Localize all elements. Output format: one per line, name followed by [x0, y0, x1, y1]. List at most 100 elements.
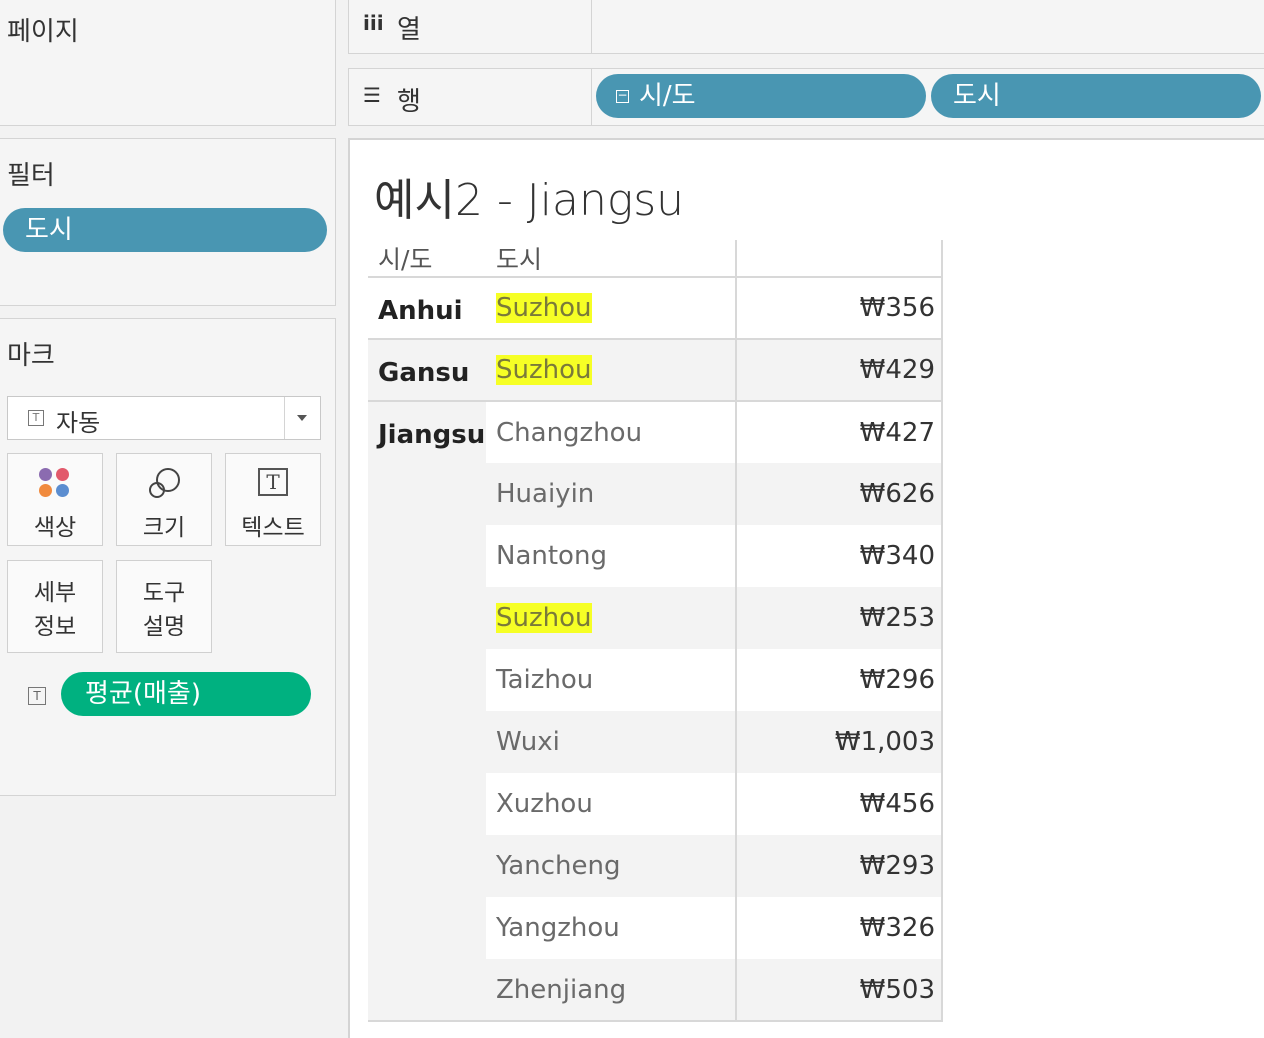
rows-shelf[interactable]: ☰ 행 − 시/도 도시: [348, 68, 1264, 126]
sales-value-cell[interactable]: ₩296: [736, 649, 943, 711]
table-row[interactable]: Nantong ₩340: [368, 525, 943, 587]
sales-value-cell[interactable]: ₩1,003: [736, 711, 943, 773]
filters-title: 필터: [7, 161, 55, 191]
province-cell[interactable]: Anhui: [368, 277, 486, 340]
sales-value-cell[interactable]: ₩456: [736, 773, 943, 835]
city-cell[interactable]: Suzhou: [486, 339, 737, 402]
city-label: Taizhou: [496, 665, 594, 695]
sales-value-cell[interactable]: ₩253: [736, 587, 943, 649]
city-label: Zhenjiang: [496, 974, 627, 1005]
province-cell[interactable]: [368, 773, 486, 835]
sales-value-cell[interactable]: ₩293: [736, 835, 943, 897]
pages-title: 페이지: [7, 17, 79, 47]
city-cell[interactable]: Nantong: [486, 525, 737, 587]
chevron-down-icon[interactable]: [297, 415, 307, 421]
text-mark-icon: T: [28, 410, 44, 426]
city-cell[interactable]: Suzhou: [486, 587, 737, 649]
columns-icon: iii: [363, 11, 384, 35]
text-icon: T: [258, 468, 288, 496]
color-label: 색상: [33, 515, 77, 541]
city-cell[interactable]: Zhenjiang: [486, 959, 737, 1022]
tooltip-label-line1: 도구: [142, 580, 186, 606]
table-row[interactable]: Yangzhou ₩326: [368, 897, 943, 959]
sales-value-cell[interactable]: ₩626: [736, 463, 943, 525]
detail-button[interactable]: 세부 정보: [7, 560, 103, 653]
province-cell[interactable]: Jiangsu: [368, 401, 486, 463]
province-cell[interactable]: [368, 463, 486, 525]
city-cell[interactable]: Suzhou: [486, 277, 737, 340]
size-button[interactable]: 크기: [116, 453, 212, 546]
city-cell[interactable]: Changzhou: [486, 401, 737, 463]
mark-type-label: 자동: [56, 409, 101, 437]
city-cell[interactable]: Xuzhou: [486, 773, 737, 835]
sales-value-cell[interactable]: ₩340: [736, 525, 943, 587]
filter-pill-city[interactable]: 도시: [3, 208, 327, 252]
province-cell[interactable]: [368, 897, 486, 959]
row-pill-province[interactable]: − 시/도: [596, 74, 926, 118]
detail-label-line2: 정보: [33, 614, 77, 640]
city-label: Suzhou: [496, 603, 592, 633]
province-cell[interactable]: [368, 835, 486, 897]
color-dots-icon: [39, 468, 71, 500]
sales-value-cell[interactable]: ₩356: [736, 277, 943, 340]
city-label: Huaiyin: [496, 479, 595, 509]
table-row[interactable]: Zhenjiang ₩503: [368, 959, 943, 1022]
table-row[interactable]: Taizhou ₩296: [368, 649, 943, 711]
rows-icon: ☰: [363, 83, 381, 107]
province-cell[interactable]: [368, 525, 486, 587]
header-city[interactable]: 도시: [486, 240, 737, 278]
sales-value-cell[interactable]: ₩427: [736, 401, 943, 463]
rows-shelf-label: ☰ 행: [349, 69, 592, 125]
header-province[interactable]: 시/도: [368, 240, 486, 278]
measure-pill-avg-sales[interactable]: 평균(매출): [61, 672, 311, 716]
province-cell[interactable]: [368, 587, 486, 649]
city-label: Wuxi: [496, 727, 560, 757]
table-row[interactable]: Anhui Suzhou ₩356: [368, 277, 943, 340]
table-row[interactable]: Xuzhou ₩456: [368, 773, 943, 835]
header-value: [736, 240, 943, 278]
province-cell[interactable]: [368, 959, 486, 1022]
city-label: Changzhou: [496, 417, 643, 448]
table-row[interactable]: Huaiyin ₩626: [368, 463, 943, 525]
table-row[interactable]: Gansu Suzhou ₩429: [368, 339, 943, 402]
table-row[interactable]: Wuxi ₩1,003: [368, 711, 943, 773]
columns-shelf-label: iii 열: [349, 0, 592, 53]
text-label: 텍스트: [241, 515, 305, 541]
city-cell[interactable]: Yangzhou: [486, 897, 737, 959]
province-cell[interactable]: [368, 711, 486, 773]
row-pill-city[interactable]: 도시: [931, 74, 1261, 118]
rows-label: 행: [397, 87, 421, 117]
text-button[interactable]: T 텍스트: [225, 453, 321, 546]
city-label: Suzhou: [496, 293, 592, 323]
city-cell[interactable]: Yancheng: [486, 835, 737, 897]
size-icon: [149, 468, 180, 498]
city-label: Xuzhou: [496, 789, 593, 819]
city-label: Suzhou: [496, 355, 592, 385]
city-label: Yancheng: [496, 851, 621, 881]
city-cell[interactable]: Huaiyin: [486, 463, 737, 525]
color-button[interactable]: 색상: [7, 453, 103, 546]
table-row[interactable]: Yancheng ₩293: [368, 835, 943, 897]
pages-card: 페이지: [0, 0, 336, 126]
columns-shelf[interactable]: iii 열: [348, 0, 1264, 54]
city-cell[interactable]: Wuxi: [486, 711, 737, 773]
sales-value-cell[interactable]: ₩429: [736, 339, 943, 402]
table-row[interactable]: Suzhou ₩253: [368, 587, 943, 649]
text-mark-icon: T: [28, 687, 46, 705]
sales-value-cell[interactable]: ₩503: [736, 959, 943, 1022]
marks-title: 마크: [7, 341, 55, 371]
mark-type-dropdown[interactable]: T 자동: [7, 396, 321, 440]
viz-title: 예시2 - Jiangsu: [374, 175, 685, 226]
tooltip-button[interactable]: 도구 설명: [116, 560, 212, 653]
province-cell[interactable]: Gansu: [368, 339, 486, 402]
tooltip-label-line2: 설명: [142, 614, 186, 640]
table-row[interactable]: Jiangsu Changzhou ₩427: [368, 401, 943, 463]
city-cell[interactable]: Taizhou: [486, 649, 737, 711]
size-label: 크기: [142, 515, 186, 541]
city-label: Nantong: [496, 541, 607, 571]
detail-label-line1: 세부: [33, 580, 77, 606]
sales-value-cell[interactable]: ₩326: [736, 897, 943, 959]
collapse-icon: −: [616, 88, 629, 103]
province-cell[interactable]: [368, 649, 486, 711]
crosstab: 시/도 도시 Anhui Suzhou ₩356 Gansu Suzhou ₩429 Jia…: [368, 240, 943, 1022]
